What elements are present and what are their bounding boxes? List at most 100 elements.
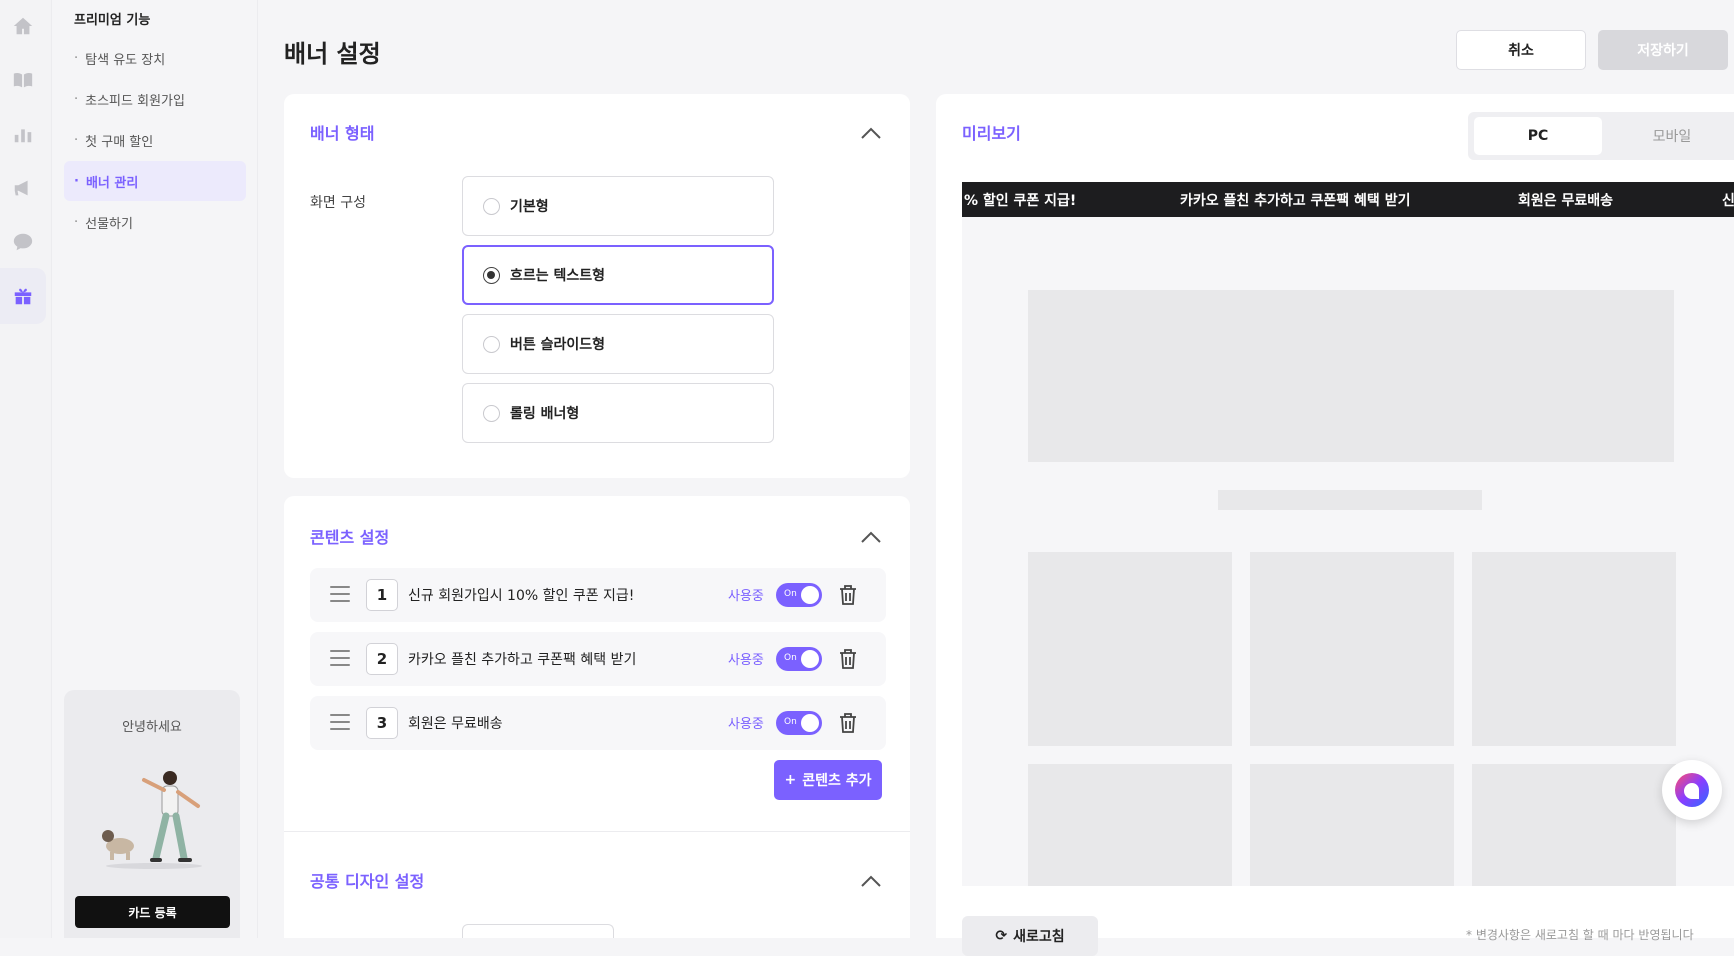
refresh-label: 새로고침 (1013, 929, 1065, 945)
option-button-slide[interactable]: 버튼 슬라이드형 (462, 314, 774, 374)
chevron-up-icon[interactable] (860, 873, 882, 887)
ticker-text: 회원은 무료배송 (1518, 193, 1614, 209)
home-icon[interactable] (0, 0, 46, 52)
refresh-button[interactable]: ⟳ 새로고침 (962, 916, 1098, 956)
chart-icon[interactable] (0, 108, 46, 160)
drag-handle-icon[interactable] (330, 714, 350, 730)
chevron-up-icon[interactable] (860, 125, 882, 139)
status-label: 사용중 (728, 717, 764, 732)
tab-mobile[interactable]: 모바일 (1608, 117, 1734, 155)
subnav-item-explore[interactable]: · 탐색 유도 장치 (64, 38, 246, 78)
subnav-item-label: 탐색 유도 장치 (85, 52, 166, 68)
subnav-item-label: 초스피드 회원가입 (85, 93, 185, 109)
placeholder-card (1250, 552, 1454, 746)
app-logo-icon (1675, 773, 1709, 807)
gift-icon[interactable] (0, 268, 46, 324)
banner-type-panel: 배너 형태 화면 구성 기본형 흐르는 텍스트형 버튼 슬라이드형 롤링 배너형 (284, 94, 910, 478)
trash-icon[interactable] (838, 712, 858, 734)
subnav-item-label: 첫 구매 할인 (85, 134, 154, 150)
banner-type-title: 배너 형태 (310, 124, 375, 143)
subnav-title: 프리미엄 기능 (74, 13, 151, 28)
content-settings-panel: 콘텐츠 설정 1 신규 회원가입시 10% 할인 쿠폰 지급! 사용중 On 2… (284, 496, 910, 938)
toggle-text: On (784, 589, 797, 599)
row-index: 3 (366, 707, 398, 739)
use-toggle[interactable]: On (776, 583, 822, 607)
card-register-button[interactable]: 카드 등록 (75, 896, 230, 928)
option-label: 롤링 배너형 (510, 406, 580, 422)
flowing-text-banner: % 할인 쿠폰 지급! 카카오 플친 추가하고 쿠폰팩 혜택 받기 회원은 무료… (962, 182, 1734, 217)
placeholder-hero (1028, 290, 1674, 462)
subnav-item-signup[interactable]: · 초스피드 회원가입 (64, 79, 246, 119)
tab-pc[interactable]: PC (1474, 117, 1602, 155)
ticker-text: 신 (1722, 193, 1734, 209)
option-flowing-text[interactable]: 흐르는 텍스트형 (462, 245, 774, 305)
chat-icon[interactable] (0, 216, 46, 268)
common-design-title: 공통 디자인 설정 (310, 872, 425, 891)
trash-icon[interactable] (838, 584, 858, 606)
placeholder-card (1472, 764, 1676, 886)
trash-icon[interactable] (838, 648, 858, 670)
subnav-item-first-purchase[interactable]: · 첫 구매 할인 (64, 120, 246, 160)
placeholder-card (1028, 764, 1232, 886)
page-title: 배너 설정 (284, 40, 381, 68)
ticker-text: 카카오 플친 추가하고 쿠폰팩 혜택 받기 (1180, 193, 1411, 209)
save-button[interactable]: 저장하기 (1598, 30, 1728, 70)
cancel-button[interactable]: 취소 (1456, 30, 1586, 70)
sub-navigation: 프리미엄 기능 · 탐색 유도 장치 · 초스피드 회원가입 · 첫 구매 할인 · 배… (52, 0, 258, 938)
toggle-text: On (784, 717, 797, 727)
subnav-item-label: 배너 관리 (85, 175, 139, 191)
ticker-text: % 할인 쿠폰 지급! (964, 193, 1077, 209)
subnav-item-banner[interactable]: · 배너 관리 (64, 161, 246, 201)
refresh-note: * 변경사항은 새로고침 할 때 마다 반영됩니다 (1466, 928, 1694, 942)
floating-chat-button[interactable] (1662, 760, 1722, 820)
icon-rail (0, 0, 52, 938)
chevron-up-icon[interactable] (860, 529, 882, 543)
content-row: 3 회원은 무료배송 사용중 On (310, 696, 886, 750)
content-row: 1 신규 회원가입시 10% 할인 쿠폰 지급! 사용중 On (310, 568, 886, 622)
row-index: 2 (366, 643, 398, 675)
device-toggle: PC 모바일 (1468, 112, 1734, 160)
refresh-icon: ⟳ (995, 928, 1008, 944)
section-divider (284, 831, 910, 832)
preview-canvas: % 할인 쿠폰 지급! 카카오 플친 추가하고 쿠폰팩 혜택 받기 회원은 무료… (962, 182, 1734, 886)
placeholder-card (1472, 552, 1676, 746)
radio-icon (483, 197, 500, 215)
design-field-partial[interactable] (462, 924, 614, 938)
option-label: 버튼 슬라이드형 (510, 337, 606, 353)
subnav-item-gift[interactable]: · 선물하기 (64, 202, 246, 242)
option-basic[interactable]: 기본형 (462, 176, 774, 236)
row-text[interactable]: 신규 회원가입시 10% 할인 쿠폰 지급! (408, 585, 634, 605)
screen-layout-label: 화면 구성 (310, 195, 366, 211)
megaphone-icon[interactable] (0, 162, 46, 214)
person-dog-illustration (102, 771, 202, 869)
add-content-button[interactable]: + 콘텐츠 추가 (774, 760, 882, 800)
book-icon[interactable] (0, 54, 46, 106)
greeting-card: 안녕하세요 카드 등록 (64, 690, 240, 938)
radio-icon (483, 335, 500, 353)
plus-icon: + (784, 772, 797, 788)
content-settings-title: 콘텐츠 설정 (310, 528, 390, 547)
option-label: 흐르는 텍스트형 (510, 268, 606, 284)
radio-selected-icon (483, 266, 500, 284)
row-index: 1 (366, 579, 398, 611)
drag-handle-icon[interactable] (330, 586, 350, 602)
placeholder-card (1028, 552, 1232, 746)
use-toggle[interactable]: On (776, 647, 822, 671)
placeholder-card (1250, 764, 1454, 886)
row-text[interactable]: 회원은 무료배송 (408, 713, 503, 733)
use-toggle[interactable]: On (776, 711, 822, 735)
subnav-item-label: 선물하기 (85, 216, 133, 232)
option-rolling-banner[interactable]: 롤링 배너형 (462, 383, 774, 443)
greeting-text: 안녕하세요 (122, 720, 182, 735)
option-label: 기본형 (510, 199, 549, 215)
placeholder-heading (1218, 490, 1482, 510)
toggle-text: On (784, 653, 797, 663)
status-label: 사용중 (728, 589, 764, 604)
preview-panel: 미리보기 PC 모바일 % 할인 쿠폰 지급! 카카오 플친 추가하고 쿠폰팩 … (936, 94, 1734, 956)
add-content-label: 콘텐츠 추가 (802, 773, 872, 789)
preview-title: 미리보기 (962, 124, 1021, 143)
status-label: 사용중 (728, 653, 764, 668)
radio-icon (483, 404, 500, 422)
row-text[interactable]: 카카오 플친 추가하고 쿠폰팩 혜택 받기 (408, 649, 636, 669)
drag-handle-icon[interactable] (330, 650, 350, 666)
